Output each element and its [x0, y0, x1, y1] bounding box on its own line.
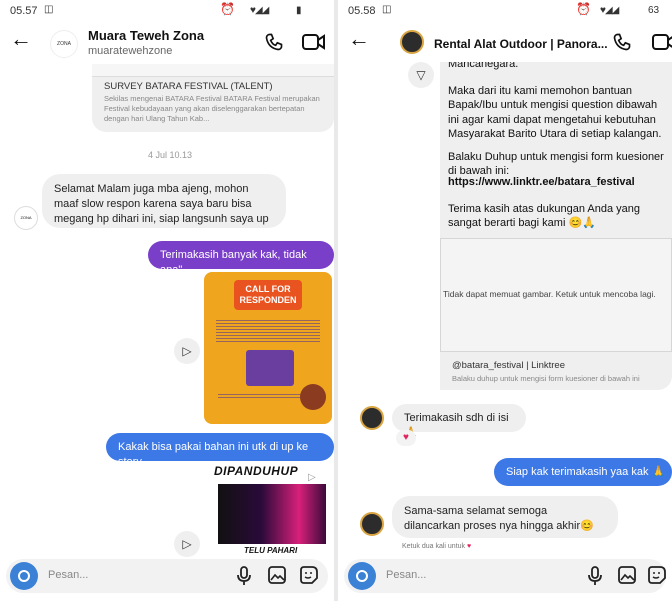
alarm-icon: ⏰	[220, 2, 235, 16]
right-screen: 05.58 ◫ ⏰ ♥◢◢ 63 ← Rental Alat Outdoor |…	[338, 0, 672, 601]
message-text: Terima kasih atas dukungan Anda yang san…	[448, 203, 641, 230]
chat-title[interactable]: Muara Teweh Zona	[88, 28, 204, 43]
video-icon[interactable]	[652, 33, 672, 51]
message-received-long[interactable]: Mancanegara. Maka dari itu kami memohon …	[440, 62, 672, 238]
emoji-icon: 😊🙏	[568, 217, 596, 230]
video-icon[interactable]	[302, 33, 326, 51]
play-icon: ▷	[308, 472, 316, 483]
message-sent[interactable]: Terimakasih banyak kak, tidak apa"	[148, 241, 334, 276]
story-card-title: DIPANDUHUP	[214, 464, 299, 478]
message-line: Mancanegara.	[448, 62, 519, 70]
survey-card-desc: Sekilas mengenai BATARA Festival BATARA …	[104, 94, 320, 123]
sticker-icon[interactable]	[648, 566, 666, 584]
chat-header: ← ZONA Muara Teweh Zona muaratewehzone	[0, 22, 334, 62]
survey-card[interactable]: SURVEY BATARA FESTIVAL (TALENT) Sekilas …	[92, 64, 334, 132]
message-composer[interactable]: Pesan...	[6, 559, 328, 593]
share-icon[interactable]: ▷	[174, 531, 200, 557]
battery-icon: ▮	[296, 5, 302, 16]
avatar[interactable]	[400, 30, 424, 54]
status-time: 05.57	[10, 5, 38, 17]
sticker-icon[interactable]	[300, 566, 318, 584]
story-card-subtitle: TELU PAHARI	[244, 546, 298, 555]
image-error-text: Tidak dapat memuat gambar. Ketuk untuk m…	[443, 289, 656, 299]
link-card[interactable]: @batara_festival | Linktree Balaku duhup…	[440, 352, 672, 390]
survey-card-image	[92, 64, 334, 77]
message-text: Siap kak terimakasih yaa kak	[506, 466, 649, 478]
message-input[interactable]: Pesan...	[386, 569, 426, 581]
message-paragraph: Terima kasih atas dukungan Anda yang san…	[448, 202, 670, 231]
phone-icon[interactable]	[264, 32, 284, 52]
message-received[interactable]: Selamat Malam juga mba ajeng, mohon maaf…	[42, 174, 286, 228]
heart-reaction-icon[interactable]: ♥	[396, 430, 416, 446]
story-card[interactable]: DIPANDUHUP ▷ TELU PAHARI	[206, 464, 332, 558]
message-paragraph: Maka dari itu kami memohon bantuan Bapak…	[448, 85, 662, 140]
date-separator: 4 Jul 10.13	[148, 150, 193, 160]
message-received[interactable]: Terimakasih sdh di isi🙏	[392, 404, 526, 439]
microphone-icon[interactable]	[237, 566, 251, 586]
alarm-icon: ⏰	[576, 2, 591, 16]
link-card-desc: Balaku duhup untuk mengisi form kuesione…	[452, 374, 640, 383]
message-sent[interactable]: Kakak bisa pakai bahan ini utk di up ke …	[106, 433, 334, 468]
screenshot-icon: ◫	[44, 4, 54, 15]
gallery-icon[interactable]	[268, 566, 286, 584]
chat-username: muaratewehzone	[88, 45, 173, 57]
back-arrow-icon[interactable]: ←	[348, 26, 370, 52]
chat-title[interactable]: Rental Alat Outdoor | Panora...	[434, 37, 608, 51]
story-card-video	[218, 484, 326, 544]
emoji-icon: 😊	[580, 519, 594, 532]
message-input[interactable]: Pesan...	[48, 569, 88, 581]
poster-decoration	[300, 384, 326, 410]
reaction-note: Ketuk dua kali untuk ♥	[402, 543, 471, 550]
camera-icon[interactable]	[10, 562, 38, 590]
left-screen: 05.57 ◫ ⏰ ♥◢◢ ▮ ← ZONA Muara Teweh Zona …	[0, 0, 334, 601]
poster-image[interactable]: CALL FOR RESPONDEN	[204, 272, 332, 424]
message-link[interactable]: https://www.linktr.ee/batara_festival	[448, 176, 635, 188]
status-time: 05.58	[348, 5, 376, 17]
screenshot-icon: ◫	[382, 4, 392, 15]
poster-title: CALL FOR RESPONDEN	[239, 284, 297, 306]
signal-icon: ♥◢◢	[600, 5, 619, 16]
status-bar: 05.57 ◫ ⏰ ♥◢◢ ▮	[0, 0, 334, 22]
chat-header: ← Rental Alat Outdoor | Panora...	[338, 22, 672, 62]
message-received[interactable]: Sama-sama selamat semoga dilancarkan pro…	[392, 496, 618, 538]
message-text: Terimakasih sdh di isi	[404, 412, 509, 424]
share-icon[interactable]: ▷	[174, 338, 200, 364]
message-composer[interactable]: Pesan...	[344, 559, 666, 593]
avatar[interactable]: ZONA	[50, 30, 78, 58]
poster-text-block	[216, 318, 320, 344]
camera-icon[interactable]	[348, 562, 376, 590]
survey-card-title: SURVEY BATARA FESTIVAL (TALENT)	[104, 81, 273, 92]
reaction-note-text: Ketuk dua kali untuk	[402, 543, 466, 550]
poster-info-box	[246, 350, 294, 386]
image-error-box[interactable]: Tidak dapat memuat gambar. Ketuk untuk m…	[440, 238, 672, 352]
status-bar: 05.58 ◫ ⏰ ♥◢◢ 63	[338, 0, 672, 22]
signal-icon: ♥◢◢	[250, 5, 269, 16]
message-paragraph: Balaku Duhup untuk mengisi form kuesione…	[448, 151, 664, 178]
phone-icon[interactable]	[612, 32, 632, 52]
message-sent[interactable]: Siap kak terimakasih yaa kak 🙏	[494, 458, 672, 486]
emoji-icon: 🙏	[651, 466, 666, 478]
microphone-icon[interactable]	[588, 566, 602, 586]
sender-avatar	[360, 406, 384, 430]
gallery-icon[interactable]	[618, 566, 636, 584]
back-arrow-icon[interactable]: ←	[10, 26, 32, 52]
sender-avatar	[360, 512, 384, 536]
message-text: Sama-sama selamat semoga dilancarkan pro…	[404, 505, 581, 532]
battery-level: 63	[648, 5, 660, 16]
share-icon[interactable]: ▽	[408, 62, 434, 88]
heart-icon: ♥	[467, 543, 472, 550]
link-card-title: @batara_festival | Linktree	[452, 360, 565, 371]
sender-avatar: ZONA	[14, 206, 38, 230]
